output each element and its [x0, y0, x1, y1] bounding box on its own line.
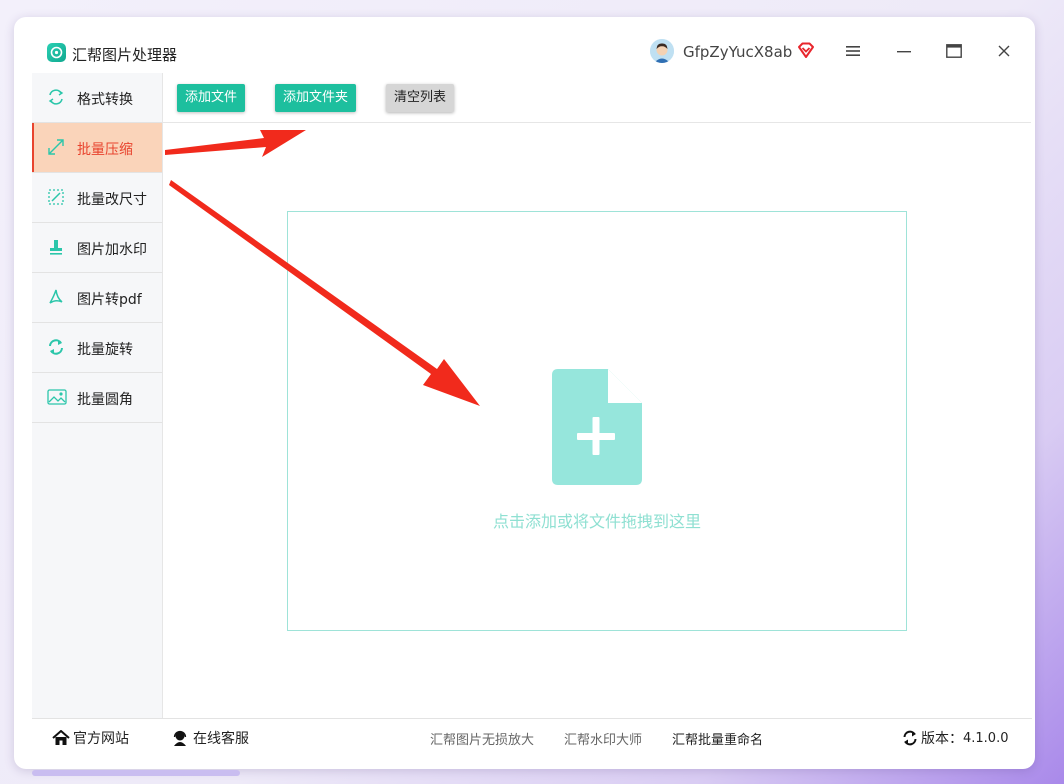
sidebar-item-format-convert[interactable]: 格式转换 [32, 73, 162, 123]
sidebar-item-batch-rotate[interactable]: 批量旋转 [32, 323, 162, 373]
sidebar-item-label: 图片加水印 [77, 242, 147, 258]
online-support-link[interactable]: 在线客服 [172, 728, 249, 748]
format-convert-icon [47, 88, 65, 106]
image-round-corner-icon [47, 388, 67, 406]
add-file-button[interactable]: 添加文件 [177, 84, 246, 112]
watermark-stamp-icon [47, 238, 65, 256]
sidebar-item-round-corner[interactable]: 批量圆角 [32, 373, 162, 423]
version-number: 4.1.0.0 [963, 730, 1009, 746]
sidebar-item-label: 格式转换 [77, 92, 133, 108]
refresh-icon [902, 730, 918, 746]
maximize-icon[interactable] [942, 39, 966, 63]
username[interactable]: GfpZyYucX8ab [683, 43, 792, 61]
sidebar-item-image-to-pdf[interactable]: 图片转pdf [32, 273, 162, 323]
sidebar-item-batch-compress[interactable]: 批量压缩 [32, 123, 162, 173]
official-website-link[interactable]: 官方网站 [52, 728, 129, 748]
minimize-icon[interactable] [892, 39, 916, 63]
footer-bar: 官方网站 在线客服 汇帮图片无损放大 汇帮水印大师 汇帮批量重命名 版本： 4.… [32, 718, 1032, 755]
title-bar: 汇帮图片处理器 GfpZyYucX8ab [14, 17, 1035, 72]
app-window: 汇帮图片处理器 GfpZyYucX8ab 格式转换 批量压缩 批量改尺寸 图片加… [14, 17, 1035, 769]
customer-service-icon [172, 730, 188, 746]
rotate-icon [47, 338, 65, 356]
version-label: 版本： [921, 731, 963, 747]
sidebar-item-label: 批量旋转 [77, 342, 133, 358]
official-website-label: 官方网站 [73, 731, 129, 747]
sidebar: 格式转换 批量压缩 批量改尺寸 图片加水印 图片转pdf 批量旋转 批量圆角 [32, 73, 163, 718]
resize-icon [47, 188, 65, 206]
home-icon [52, 730, 70, 746]
main-panel: 添加文件 添加文件夹 清空列表 点击添加或将文件拖拽到这里 [163, 73, 1031, 718]
file-dropzone[interactable]: 点击添加或将文件拖拽到这里 [287, 211, 907, 631]
add-folder-button[interactable]: 添加文件夹 [275, 84, 357, 112]
clear-list-button[interactable]: 清空列表 [386, 84, 455, 112]
sidebar-item-batch-resize[interactable]: 批量改尺寸 [32, 173, 162, 223]
sidebar-item-watermark[interactable]: 图片加水印 [32, 223, 162, 273]
sidebar-item-label: 批量压缩 [77, 142, 133, 158]
sidebar-item-label: 批量改尺寸 [77, 192, 147, 208]
pdf-icon [47, 288, 65, 306]
online-support-label: 在线客服 [193, 731, 249, 747]
version-info[interactable]: 版本： 4.1.0.0 [902, 728, 1008, 748]
menu-icon[interactable] [841, 39, 865, 63]
avatar[interactable] [650, 39, 674, 63]
vip-diamond-icon[interactable] [797, 42, 815, 63]
compress-icon [47, 138, 65, 156]
footer-link-batch-rename[interactable]: 汇帮批量重命名 [672, 729, 763, 748]
add-file-icon [552, 369, 642, 489]
dropzone-hint: 点击添加或将文件拖拽到这里 [492, 512, 701, 531]
app-title: 汇帮图片处理器 [72, 46, 178, 64]
footer-link-watermark-master[interactable]: 汇帮水印大师 [564, 729, 642, 748]
close-icon[interactable] [992, 39, 1016, 63]
sidebar-item-label: 图片转pdf [77, 292, 142, 308]
app-logo-icon [47, 43, 66, 62]
taskbar-indicator [32, 770, 240, 776]
sidebar-item-label: 批量圆角 [77, 392, 133, 408]
footer-link-image-upscale[interactable]: 汇帮图片无损放大 [430, 729, 534, 748]
toolbar: 添加文件 添加文件夹 清空列表 [163, 73, 1031, 123]
